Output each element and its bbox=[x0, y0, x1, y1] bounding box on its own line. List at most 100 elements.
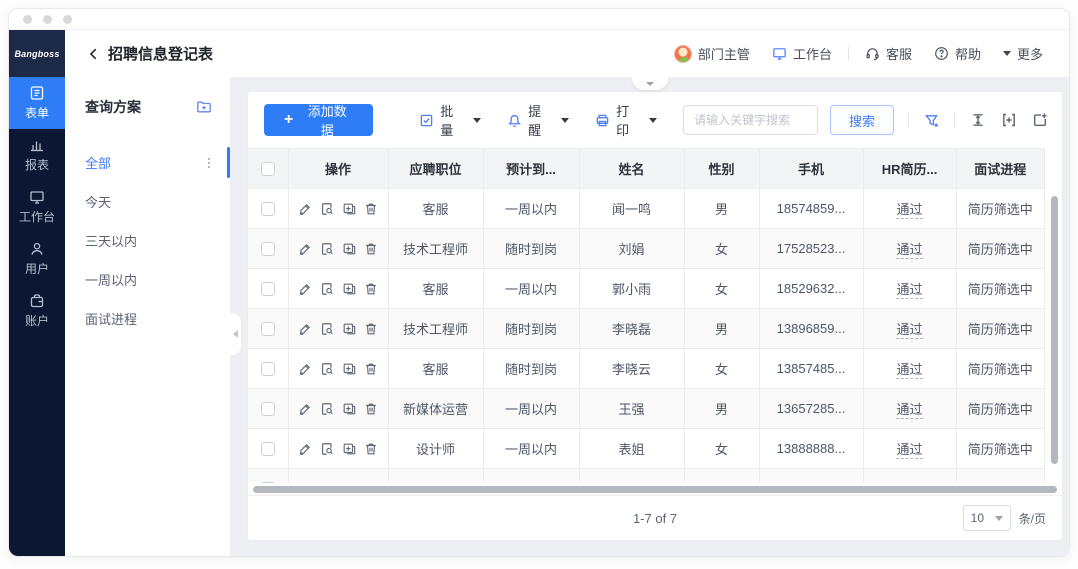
edit-icon[interactable] bbox=[298, 362, 312, 376]
hr-result-link[interactable]: 通过 bbox=[896, 282, 922, 299]
help-link[interactable]: 帮助 bbox=[928, 44, 987, 63]
view-icon[interactable] bbox=[320, 242, 334, 256]
more-menu[interactable]: 更多 bbox=[997, 44, 1049, 63]
sidebar-item-workbench[interactable]: 工作台 bbox=[9, 181, 65, 233]
edit-icon[interactable] bbox=[298, 242, 312, 256]
delete-icon[interactable] bbox=[364, 362, 378, 376]
cell-position: 技术工程师 bbox=[388, 229, 483, 269]
cell-hr-result: 通过 bbox=[863, 349, 956, 389]
row-checkbox[interactable] bbox=[261, 202, 275, 216]
back-button[interactable] bbox=[87, 47, 101, 61]
top-collapse-handle[interactable] bbox=[632, 77, 668, 90]
column-header[interactable]: 预计到... bbox=[483, 149, 579, 189]
sidebar-item-accounts[interactable]: 账户 bbox=[9, 285, 65, 337]
row-checkbox[interactable] bbox=[261, 242, 275, 256]
view-icon[interactable] bbox=[320, 482, 334, 484]
query-item-interview[interactable]: 面试进程 bbox=[65, 299, 230, 338]
batch-menu[interactable]: 批量 bbox=[419, 101, 481, 139]
delete-icon[interactable] bbox=[364, 242, 378, 256]
copy-icon[interactable] bbox=[342, 362, 356, 376]
customer-service-link[interactable]: 客服 bbox=[859, 44, 918, 63]
copy-icon[interactable] bbox=[342, 282, 356, 296]
row-checkbox[interactable] bbox=[261, 482, 275, 483]
edit-icon[interactable] bbox=[298, 282, 312, 296]
vertical-scrollbar[interactable] bbox=[1051, 196, 1058, 464]
more-actions-icon[interactable] bbox=[208, 158, 216, 168]
view-icon[interactable] bbox=[320, 202, 334, 216]
hr-result-link[interactable]: 通过 bbox=[896, 402, 922, 419]
query-item-1week[interactable]: 一周以内 bbox=[65, 260, 230, 299]
sidebar-item-forms[interactable]: 表单 bbox=[9, 77, 65, 129]
hr-result-link[interactable]: 通过 bbox=[896, 442, 922, 459]
row-checkbox[interactable] bbox=[261, 402, 275, 416]
row-height-icon[interactable] bbox=[970, 112, 986, 128]
copy-icon[interactable] bbox=[342, 402, 356, 416]
query-item-3days[interactable]: 三天以内 bbox=[65, 221, 230, 260]
hr-result-link[interactable]: 通过 bbox=[896, 202, 922, 219]
search-button[interactable]: 搜索 bbox=[830, 105, 894, 135]
filter-funnel-icon[interactable] bbox=[924, 113, 939, 128]
help-label: 帮助 bbox=[955, 44, 981, 63]
hr-result-link[interactable]: 通过 bbox=[896, 322, 922, 339]
column-header[interactable]: 应聘职位 bbox=[388, 149, 483, 189]
window-control-minimize[interactable] bbox=[43, 15, 52, 24]
column-settings-icon[interactable] bbox=[1001, 112, 1017, 128]
copy-icon[interactable] bbox=[342, 482, 356, 484]
window-control-close[interactable] bbox=[23, 15, 32, 24]
view-icon[interactable] bbox=[320, 322, 334, 336]
add-query-plan-button[interactable] bbox=[196, 99, 212, 115]
view-icon[interactable] bbox=[320, 442, 334, 456]
copy-icon[interactable] bbox=[342, 202, 356, 216]
hr-result-link[interactable]: 通过 bbox=[896, 242, 922, 259]
row-checkbox[interactable] bbox=[261, 442, 275, 456]
copy-icon[interactable] bbox=[342, 322, 356, 336]
edit-icon[interactable] bbox=[298, 322, 312, 336]
column-header[interactable]: 操作 bbox=[288, 149, 388, 189]
view-icon[interactable] bbox=[320, 282, 334, 296]
cell-phone: 13888888... bbox=[759, 429, 863, 469]
add-data-button[interactable]: + 添加数据 bbox=[264, 104, 373, 136]
remind-menu[interactable]: 提醒 bbox=[507, 101, 569, 139]
window-control-maximize[interactable] bbox=[63, 15, 72, 24]
export-icon[interactable] bbox=[1032, 112, 1048, 128]
delete-icon[interactable] bbox=[364, 442, 378, 456]
copy-icon[interactable] bbox=[342, 442, 356, 456]
delete-icon[interactable] bbox=[364, 402, 378, 416]
query-item-today[interactable]: 今天 bbox=[65, 182, 230, 221]
horizontal-scrollbar-thumb[interactable] bbox=[253, 486, 1057, 493]
cell-position: 客服 bbox=[388, 269, 483, 309]
view-icon[interactable] bbox=[320, 362, 334, 376]
sidebar-item-users[interactable]: 用户 bbox=[9, 233, 65, 285]
workbench-link[interactable]: 工作台 bbox=[766, 44, 838, 63]
delete-icon[interactable] bbox=[364, 482, 378, 484]
edit-icon[interactable] bbox=[298, 402, 312, 416]
view-icon[interactable] bbox=[320, 402, 334, 416]
page-size-select[interactable]: 10 bbox=[963, 505, 1011, 531]
search-input[interactable] bbox=[683, 105, 818, 135]
query-item-all[interactable]: 全部 bbox=[65, 143, 230, 182]
edit-icon[interactable] bbox=[298, 202, 312, 216]
column-header[interactable]: 手机 bbox=[759, 149, 863, 189]
row-checkbox[interactable] bbox=[261, 282, 275, 296]
edit-icon[interactable] bbox=[298, 482, 312, 484]
cell-arrival: 随时到岗 bbox=[483, 309, 579, 349]
column-header[interactable]: 性别 bbox=[684, 149, 759, 189]
edit-icon[interactable] bbox=[298, 442, 312, 456]
column-header[interactable]: 姓名 bbox=[579, 149, 684, 189]
hr-result-link[interactable]: 通过 bbox=[896, 362, 922, 379]
user-menu[interactable]: 部门主管 bbox=[668, 44, 756, 63]
row-checkbox[interactable] bbox=[261, 362, 275, 376]
panel-collapse-handle[interactable] bbox=[230, 312, 242, 356]
row-checkbox[interactable] bbox=[261, 322, 275, 336]
delete-icon[interactable] bbox=[364, 282, 378, 296]
column-header[interactable]: 面试进程 bbox=[956, 149, 1045, 189]
delete-icon[interactable] bbox=[364, 202, 378, 216]
column-header[interactable]: HR简历... bbox=[863, 149, 956, 189]
monitor-icon bbox=[29, 189, 45, 205]
select-all-checkbox[interactable] bbox=[261, 162, 275, 176]
sidebar-item-reports[interactable]: 报表 bbox=[9, 129, 65, 181]
row-actions-cell bbox=[288, 189, 388, 229]
delete-icon[interactable] bbox=[364, 322, 378, 336]
print-menu[interactable]: 打印 bbox=[595, 101, 657, 139]
copy-icon[interactable] bbox=[342, 242, 356, 256]
